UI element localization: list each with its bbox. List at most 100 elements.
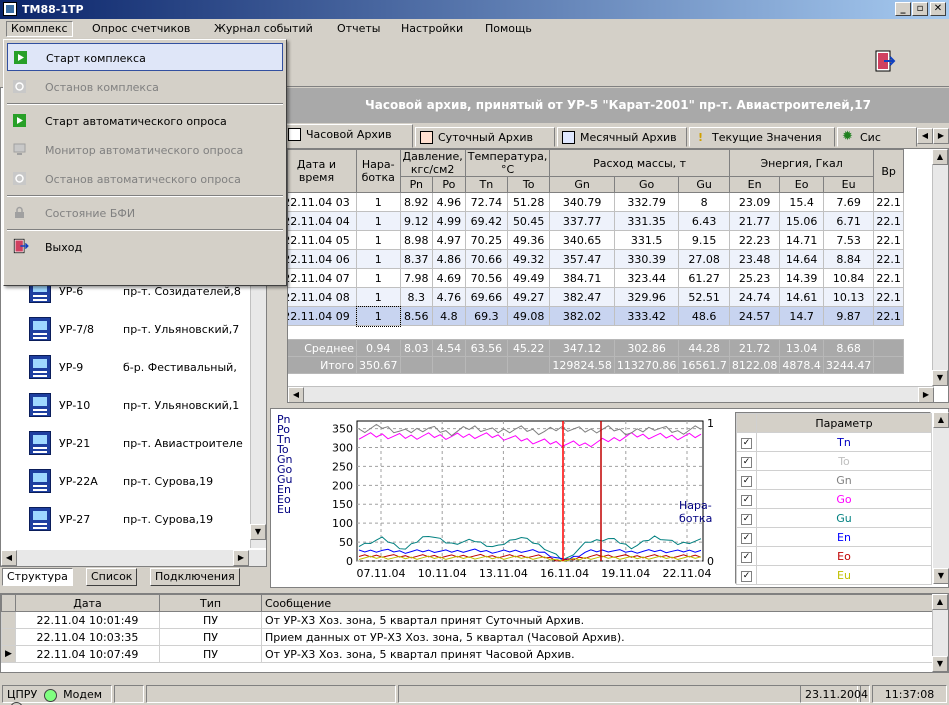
checkbox-icon[interactable]: ✓ bbox=[741, 438, 752, 449]
device-item[interactable]: УР-7/8 пр-т. Ульяновский,7 bbox=[1, 311, 266, 349]
scroll-right-button[interactable]: ▶ bbox=[918, 387, 934, 402]
param-scroll-up[interactable]: ▲ bbox=[933, 412, 949, 428]
checkbox-icon[interactable]: ✓ bbox=[741, 495, 752, 506]
menu-kompleks[interactable]: Комплекс bbox=[6, 21, 73, 37]
table-cell: 4.8 bbox=[432, 306, 466, 326]
col-pressure[interactable]: Давление, кгс/см2 bbox=[399, 149, 466, 177]
subcol-eo[interactable]: Eo bbox=[779, 176, 824, 193]
summary-cell bbox=[464, 356, 509, 374]
log-scroll-up[interactable]: ▲ bbox=[932, 594, 948, 610]
device-item[interactable]: УР-21 пр-т. Авиастроителе bbox=[1, 425, 266, 463]
log-row[interactable]: ▶ 22.11.04 10:07:49 ПУ От УР-Х3 Хоз. зона, … bbox=[1, 645, 934, 663]
table-row[interactable]: 22.11.04 03 1 8.92 4.96 72.74 51.28 340.79 332.… bbox=[288, 192, 904, 212]
restore-button[interactable]: ▫ bbox=[912, 2, 928, 16]
device-item[interactable]: УР-10 пр-т. Ульяновский,1 bbox=[1, 387, 266, 425]
log-col-message[interactable]: Сообщение bbox=[261, 594, 934, 612]
log-row[interactable]: 22.11.04 10:01:49 ПУ От УР-Х3 Хоз. зона, 5… bbox=[1, 611, 934, 629]
subcol-po[interactable]: Po bbox=[432, 176, 466, 193]
subcol-to[interactable]: To bbox=[507, 176, 551, 193]
checkbox-icon[interactable]: ✓ bbox=[741, 457, 752, 468]
menu-nastroyki[interactable]: Настройки bbox=[396, 21, 468, 37]
scroll-down-button[interactable]: ▼ bbox=[932, 370, 948, 386]
device-scroll-right[interactable]: ▶ bbox=[233, 550, 249, 566]
device-item[interactable]: УР-22А пр-т. Сурова,19 bbox=[1, 463, 266, 501]
log-scrollbar[interactable]: ▲ ▼ bbox=[932, 594, 948, 672]
param-row[interactable]: ✓ Eo bbox=[736, 546, 932, 566]
tab-monthly-archive[interactable]: Месячный Архив bbox=[557, 127, 687, 147]
menu-opros[interactable]: Опрос счетчиков bbox=[87, 21, 195, 37]
param-row[interactable]: ✓ To bbox=[736, 451, 932, 471]
tab-current-values[interactable]: ! Текущие Значения bbox=[689, 127, 835, 147]
device-item[interactable]: УР-9 б-р. Фестивальный, bbox=[1, 349, 266, 387]
table-cell: 22.11.04 05 bbox=[288, 230, 357, 250]
menu-pomosch[interactable]: Помощь bbox=[480, 21, 537, 37]
subcol-eu[interactable]: Eu bbox=[822, 176, 875, 193]
exit-door-icon[interactable] bbox=[873, 49, 897, 73]
col-runtime[interactable]: Нара- ботка bbox=[356, 149, 401, 193]
param-row[interactable]: ✓ Go bbox=[736, 489, 932, 509]
checkbox-icon[interactable]: ✓ bbox=[741, 552, 752, 563]
tab-system[interactable]: ✹ Сис bbox=[837, 127, 917, 147]
tab-list[interactable]: Список bbox=[86, 568, 138, 586]
device-scroll-left[interactable]: ◀ bbox=[1, 550, 17, 566]
device-scroll-down[interactable]: ▼ bbox=[250, 524, 266, 540]
col-time[interactable]: Вр bbox=[873, 149, 904, 193]
menu-monitor-auto-poll[interactable]: Монитор автоматического опроса bbox=[7, 136, 283, 164]
log-col-date[interactable]: Дата bbox=[15, 594, 160, 612]
param-row[interactable]: ✓ Gn bbox=[736, 470, 932, 490]
table-row[interactable]: 22.11.04 05 1 8.98 4.97 70.25 49.36 340.65 331.… bbox=[288, 230, 904, 250]
col-energy[interactable]: Энергия, Гкал bbox=[728, 149, 875, 177]
checkbox-icon[interactable]: ✓ bbox=[741, 571, 752, 582]
minimize-button[interactable]: _ bbox=[895, 2, 911, 16]
tab-connections[interactable]: Подключения bbox=[150, 568, 240, 586]
device-hscrollbar[interactable]: ◀ ▶ bbox=[1, 550, 266, 566]
tab-scroll-left[interactable]: ◀ bbox=[917, 128, 933, 144]
table-row[interactable]: 22.11.04 09 1 8.56 4.8 69.3 49.08 382.02 333.42… bbox=[288, 305, 904, 327]
col-temperature[interactable]: Температура, °С bbox=[464, 149, 551, 177]
scroll-up-button[interactable]: ▲ bbox=[932, 149, 948, 165]
menu-zhurnal[interactable]: Журнал событий bbox=[209, 21, 318, 37]
tab-hourly-archive[interactable]: Часовой Архив bbox=[283, 124, 413, 148]
menu-otchety[interactable]: Отчеты bbox=[332, 21, 385, 37]
close-button[interactable]: ✕ bbox=[930, 2, 946, 16]
subcol-tn[interactable]: Tn bbox=[464, 176, 509, 193]
table-row[interactable]: 22.11.04 07 1 7.98 4.69 70.56 49.49 384.71 323.… bbox=[288, 268, 904, 288]
log-row[interactable]: 22.11.04 10:03:35 ПУ Прием данных от УР-Х3… bbox=[1, 628, 934, 646]
table-cell: 9.87 bbox=[822, 306, 875, 326]
scroll-left-button[interactable]: ◀ bbox=[288, 387, 304, 402]
tab-daily-archive[interactable]: Суточный Архив bbox=[415, 127, 555, 147]
param-scrollbar[interactable]: ▲ ▼ bbox=[933, 412, 949, 584]
grid-hscrollbar[interactable]: ◀ ▶ bbox=[288, 386, 934, 402]
checkbox-icon[interactable]: ✓ bbox=[741, 514, 752, 525]
tab-scroll-right[interactable]: ▶ bbox=[933, 128, 949, 144]
param-row[interactable]: ✓ Eu bbox=[736, 565, 932, 585]
log-col-type[interactable]: Тип bbox=[159, 594, 262, 612]
col-datetime[interactable]: Дата и время bbox=[288, 149, 357, 193]
col-mass-flow[interactable]: Расход массы, т bbox=[549, 149, 730, 177]
menu-stop-complex[interactable]: Останов комплекса bbox=[7, 73, 283, 101]
table-row[interactable]: 22.11.04 06 1 8.37 4.86 70.66 49.32 357.47 330.… bbox=[288, 249, 904, 269]
subcol-gu[interactable]: Gu bbox=[678, 176, 730, 193]
log-scroll-down[interactable]: ▼ bbox=[932, 656, 948, 672]
menu-exit[interactable]: Выход bbox=[7, 233, 283, 261]
device-item[interactable]: УР-27 пр-т. Сурова,19 bbox=[1, 501, 266, 539]
subcol-gn[interactable]: Gn bbox=[549, 176, 615, 193]
menu-start-auto-poll[interactable]: Старт автоматического опроса bbox=[7, 107, 283, 135]
tab-structure[interactable]: Структура bbox=[2, 568, 73, 586]
subcol-en[interactable]: En bbox=[728, 176, 781, 193]
table-row[interactable]: 22.11.04 04 1 9.12 4.99 69.42 50.45 337.77 331.… bbox=[288, 211, 904, 231]
subcol-go[interactable]: Go bbox=[613, 176, 680, 193]
param-row[interactable]: ✓ En bbox=[736, 527, 932, 547]
table-row[interactable]: 22.11.04 08 1 8.3 4.76 69.66 49.27 382.47 329.9… bbox=[288, 287, 904, 307]
param-row[interactable]: ✓ Gu bbox=[736, 508, 932, 528]
param-scroll-down[interactable]: ▼ bbox=[933, 568, 949, 584]
checkbox-icon[interactable]: ✓ bbox=[741, 476, 752, 487]
table-icon bbox=[288, 128, 301, 141]
checkbox-icon[interactable]: ✓ bbox=[741, 533, 752, 544]
menu-bfi-state[interactable]: Состояние БФИ bbox=[7, 199, 283, 227]
param-row[interactable]: ✓ Tn bbox=[736, 432, 932, 452]
menu-stop-auto-poll[interactable]: Останов автоматического опроса bbox=[7, 165, 283, 193]
subcol-pn[interactable]: Pn bbox=[399, 176, 434, 193]
grid-vscrollbar[interactable]: ▲ ▼ bbox=[932, 149, 948, 386]
menu-start-complex[interactable]: Старт комплекса bbox=[7, 43, 283, 71]
